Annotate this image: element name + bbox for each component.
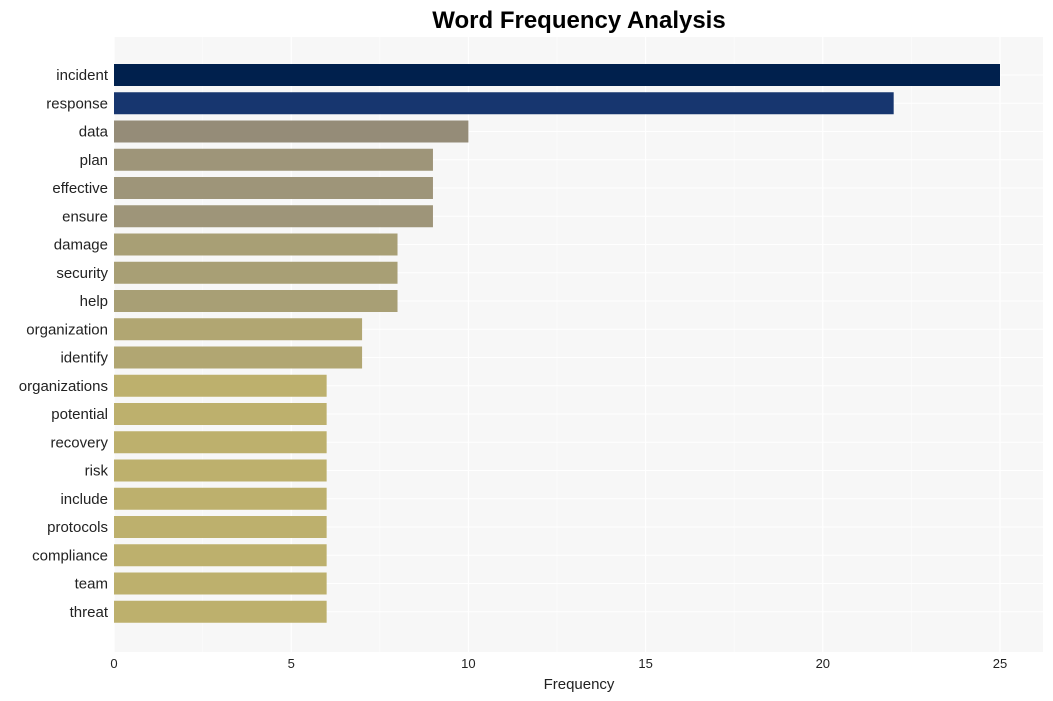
y-tick-label: include <box>60 491 108 508</box>
bar-compliance <box>114 544 327 567</box>
y-tick-label: ensure <box>62 208 108 225</box>
y-tick-label: compliance <box>32 547 108 564</box>
bar-organizations <box>114 374 327 397</box>
bar-threat <box>114 600 327 623</box>
bar-organization <box>114 318 363 341</box>
bar-plan <box>114 148 433 171</box>
bar-potential <box>114 403 327 425</box>
x-tick-labels: 0 5 10 15 20 25 <box>110 656 1007 671</box>
y-tick-label: threat <box>70 604 109 621</box>
y-tick-label: risk <box>85 463 109 480</box>
y-tick-label: identify <box>60 350 108 367</box>
bar-protocols <box>114 516 327 538</box>
y-tick-label: organization <box>26 321 108 338</box>
bar-damage <box>114 233 398 256</box>
y-tick-label: protocols <box>47 519 108 536</box>
y-tick-label: data <box>79 124 109 141</box>
y-tick-label: security <box>56 265 108 282</box>
y-tick-label: incident <box>56 67 109 84</box>
y-tick-label: response <box>46 95 108 112</box>
y-tick-label: team <box>75 576 108 593</box>
y-tick-label: potential <box>51 406 108 423</box>
y-tick-label: damage <box>54 237 108 254</box>
bar-help <box>114 290 398 312</box>
y-tick-label: organizations <box>19 378 108 395</box>
x-tick-label: 20 <box>816 656 830 671</box>
bar-risk <box>114 459 327 482</box>
x-tick-label: 0 <box>110 656 117 671</box>
x-axis-label: Frequency <box>544 676 615 693</box>
bar-security <box>114 261 398 284</box>
y-tick-labels: incident response data plan effective ensure d… <box>19 67 109 621</box>
chart-title: Word Frequency Analysis <box>432 7 725 34</box>
x-tick-label: 5 <box>288 656 295 671</box>
bar-identify <box>114 346 363 369</box>
y-tick-label: help <box>80 293 108 310</box>
bar-include <box>114 487 327 510</box>
bar-response <box>114 92 894 115</box>
bar-incident <box>114 64 1000 86</box>
bar-team <box>114 572 327 595</box>
bar-ensure <box>114 205 433 228</box>
y-tick-label: recovery <box>50 434 108 451</box>
bar-effective <box>114 177 433 199</box>
bar-data <box>114 120 469 143</box>
x-tick-label: 15 <box>638 656 652 671</box>
x-tick-label: 25 <box>993 656 1007 671</box>
y-tick-label: effective <box>52 180 108 197</box>
x-tick-label: 10 <box>461 656 475 671</box>
bar-recovery <box>114 431 327 454</box>
y-tick-label: plan <box>80 152 108 169</box>
word-frequency-chart: incident response data plan effective ensure d… <box>19 7 1043 693</box>
